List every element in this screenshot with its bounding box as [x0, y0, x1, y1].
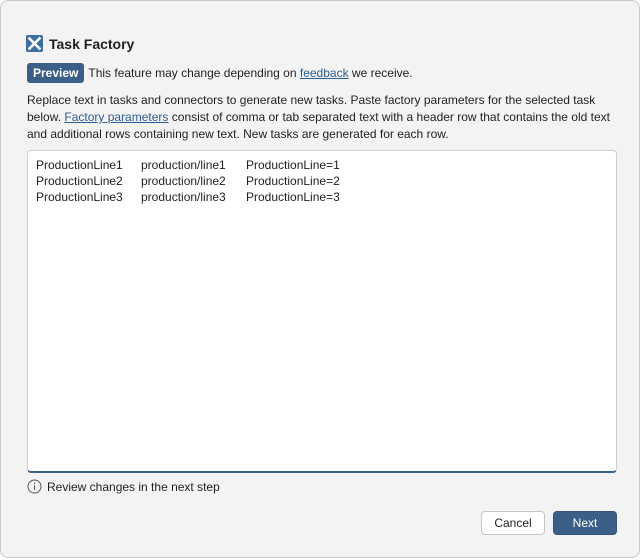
feedback-link[interactable]: feedback: [300, 66, 349, 80]
preview-notice: Preview This feature may change dependin…: [27, 63, 413, 83]
preview-text-after: we receive.: [351, 66, 413, 80]
parameter-cell: production/line3: [141, 190, 226, 204]
parameter-row: ProductionLine1 production/line1 Product…: [36, 157, 608, 173]
factory-parameters-link[interactable]: Factory parameters: [64, 110, 168, 124]
task-factory-dialog: Task Factory Preview This feature may ch…: [0, 0, 640, 558]
parameter-cell: production/line2: [141, 174, 226, 188]
parameter-cell: ProductionLine=2: [246, 174, 340, 188]
review-hint: Review changes in the next step: [27, 479, 220, 494]
preview-badge: Preview: [27, 63, 85, 83]
parameter-cell: ProductionLine=1: [246, 158, 340, 172]
parameter-cell: ProductionLine2: [36, 174, 123, 188]
cancel-button[interactable]: Cancel: [481, 511, 545, 535]
parameter-cell: ProductionLine=3: [246, 190, 340, 204]
factory-parameters-input[interactable]: ProductionLine1 production/line1 Product…: [27, 150, 617, 473]
parameter-cell: ProductionLine3: [36, 190, 123, 204]
next-button[interactable]: Next: [553, 511, 617, 535]
hint-text: Review changes in the next step: [47, 479, 220, 494]
task-factory-icon: [26, 35, 43, 52]
parameter-row: ProductionLine2 production/line2 Product…: [36, 173, 608, 189]
info-icon: [27, 479, 42, 494]
parameter-row: ProductionLine3 production/line3 Product…: [36, 189, 608, 205]
parameter-cell: ProductionLine1: [36, 158, 123, 172]
dialog-title: Task Factory: [49, 35, 135, 52]
parameter-cell: production/line1: [141, 158, 226, 172]
description-text: Replace text in tasks and connectors to …: [27, 92, 617, 143]
preview-text-before: This feature may change depending on: [88, 66, 297, 80]
dialog-header: Task Factory: [26, 35, 134, 52]
